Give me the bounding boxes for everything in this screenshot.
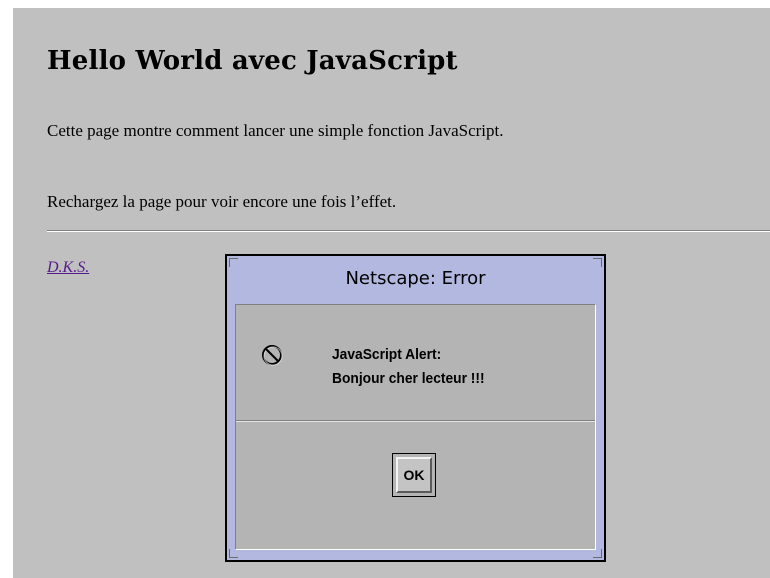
page-title: Hello World avec JavaScript	[47, 46, 458, 76]
alert-message-line-2: Bonjour cher lecteur !!!	[332, 370, 485, 387]
dialog-title: Netscape: Error	[345, 268, 486, 289]
horizontal-rule	[47, 230, 770, 232]
message-separator	[236, 421, 595, 422]
dialog-corner-bottom-left	[229, 549, 238, 558]
message-area: JavaScript Alert: Bonjour cher lecteur !…	[236, 305, 595, 421]
error-dialog: Netscape: Error JavaScript Alert: Bonjou…	[225, 254, 606, 562]
intro-paragraph: Cette page montre comment lancer une sim…	[47, 121, 504, 140]
dialog-body: JavaScript Alert: Bonjour cher lecteur !…	[235, 304, 596, 550]
alert-message: JavaScript Alert: Bonjour cher lecteur !…	[332, 343, 485, 391]
alert-message-line-1: JavaScript Alert:	[332, 346, 442, 363]
reload-paragraph: Rechargez la page pour voir encore une f…	[47, 192, 397, 211]
ok-button-default-ring: OK	[392, 453, 436, 497]
signature-link[interactable]: D.K.S.	[47, 259, 89, 277]
dialog-corner-bottom-right	[593, 549, 602, 558]
ok-button[interactable]: OK	[396, 457, 432, 493]
stop-icon	[260, 343, 284, 367]
